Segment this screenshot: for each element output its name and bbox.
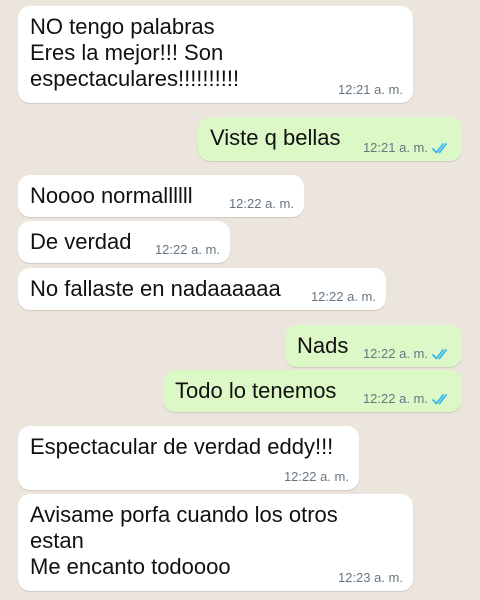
incoming-message[interactable]: NO tengo palabras Eres la mejor!!! Son e… bbox=[18, 6, 413, 103]
message-time: 12:21 a. m. bbox=[362, 140, 428, 155]
incoming-message[interactable]: No fallaste en nadaaaaaa 12:22 a. m. bbox=[18, 268, 386, 310]
incoming-message[interactable]: Avisame porfa cuando los otros estan Me … bbox=[18, 494, 413, 591]
message-text: Avisame porfa cuando los otros estan Me … bbox=[30, 502, 338, 579]
message-meta: 12:22 a. m. bbox=[155, 242, 220, 257]
double-check-icon bbox=[432, 142, 447, 153]
message-text: Espectacular de verdad eddy!!! bbox=[30, 434, 334, 459]
message-meta: 12:22 a. m. bbox=[311, 289, 376, 304]
message-meta: 12:21 a. m. bbox=[363, 140, 452, 155]
message-meta: 12:22 a. m. bbox=[284, 469, 349, 484]
outgoing-message[interactable]: Nads 12:22 a. m. bbox=[285, 325, 462, 367]
outgoing-message[interactable]: Todo lo tenemos 12:22 a. m. bbox=[163, 370, 462, 412]
message-time: 12:22 a. m. bbox=[228, 196, 294, 211]
message-meta: 12:22 a. m. bbox=[229, 196, 294, 211]
message-meta: 12:23 a. m. bbox=[338, 570, 403, 585]
incoming-message[interactable]: Espectacular de verdad eddy!!! 12:22 a. … bbox=[18, 426, 359, 490]
message-time: 12:22 a. m. bbox=[154, 242, 220, 257]
chat-thread: NO tengo palabras Eres la mejor!!! Son e… bbox=[0, 0, 480, 600]
double-check-icon bbox=[432, 393, 447, 404]
incoming-message[interactable]: Noooo normallllll 12:22 a. m. bbox=[18, 175, 304, 217]
incoming-message[interactable]: De verdad 12:22 a. m. bbox=[18, 221, 230, 263]
message-time: 12:22 a. m. bbox=[283, 469, 349, 484]
message-meta: 12:22 a. m. bbox=[363, 346, 452, 361]
double-check-icon bbox=[432, 348, 447, 359]
message-meta: 12:22 a. m. bbox=[363, 391, 452, 406]
message-time: 12:21 a. m. bbox=[337, 82, 403, 97]
message-time: 12:22 a. m. bbox=[362, 346, 428, 361]
message-time: 12:22 a. m. bbox=[310, 289, 376, 304]
message-meta: 12:21 a. m. bbox=[338, 82, 403, 97]
message-text: NO tengo palabras Eres la mejor!!! Son e… bbox=[30, 14, 240, 91]
message-time: 12:23 a. m. bbox=[337, 570, 403, 585]
outgoing-message[interactable]: Viste q bellas 12:21 a. m. bbox=[198, 117, 462, 161]
message-time: 12:22 a. m. bbox=[362, 391, 428, 406]
